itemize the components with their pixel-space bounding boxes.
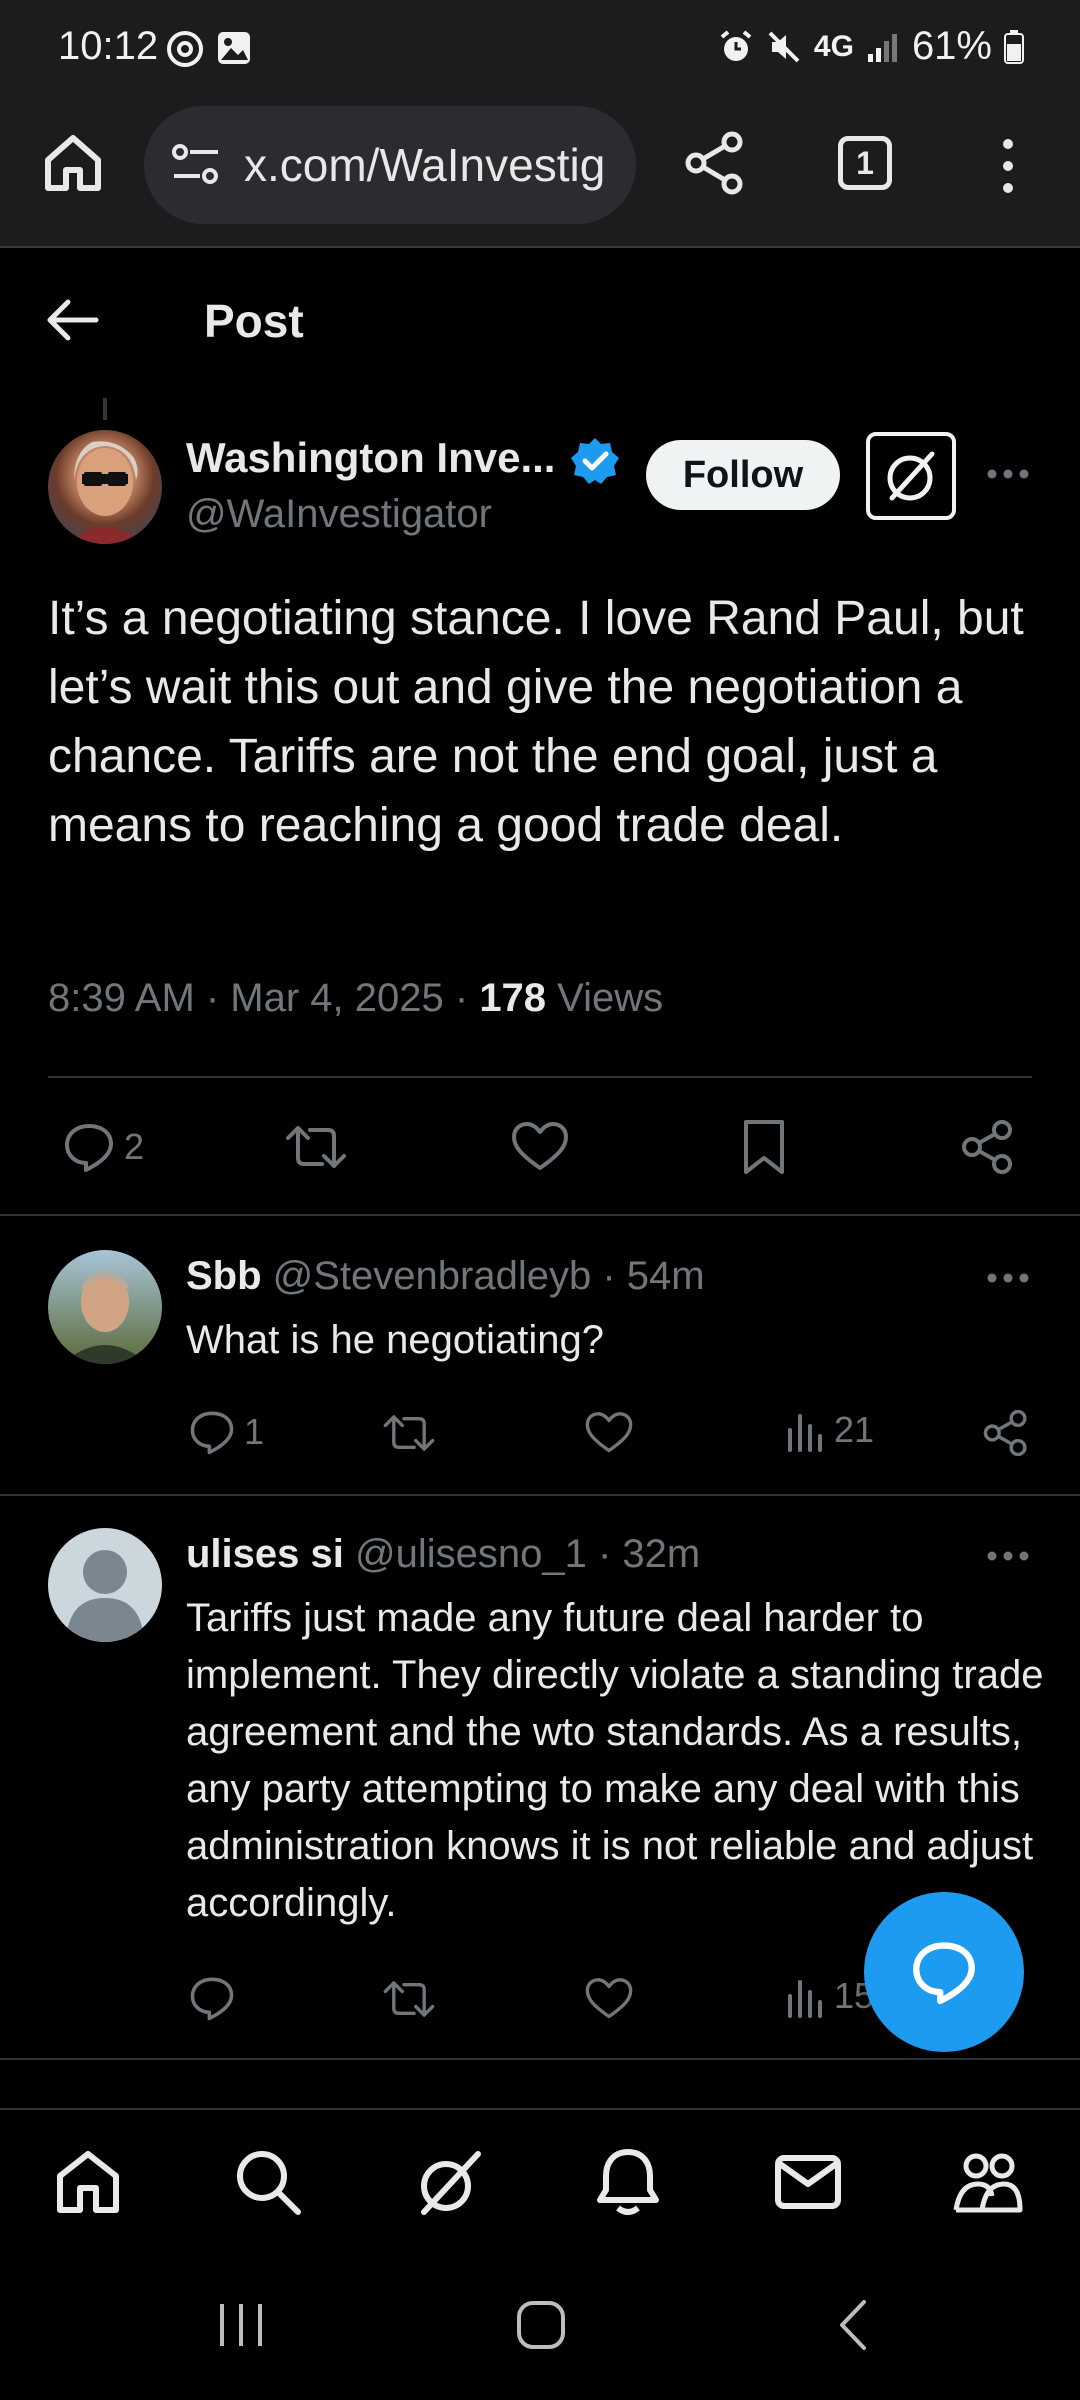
- signal-icon: [867, 33, 897, 62]
- site-settings-icon[interactable]: [170, 142, 222, 188]
- notification-icons: [166, 30, 252, 68]
- follow-button[interactable]: Follow: [646, 440, 840, 510]
- nav-notifications-icon[interactable]: [592, 2146, 664, 2218]
- nav-communities-icon[interactable]: [952, 2146, 1024, 2218]
- reply-count: 1: [244, 1411, 265, 1452]
- bookmark-icon[interactable]: [740, 1118, 788, 1176]
- grok-icon: [887, 451, 935, 501]
- post-header: Post: [0, 250, 1080, 390]
- mute-icon: [768, 31, 800, 62]
- divider: [48, 1076, 1032, 1078]
- battery-percent: 61%: [911, 24, 992, 68]
- status-bar: 10:12 4G 61%: [0, 0, 1080, 100]
- views-label: Views: [546, 976, 664, 1020]
- reply-bubble-icon: [913, 1942, 975, 2005]
- home-icon[interactable]: [40, 130, 106, 196]
- reply-handle-time[interactable]: @Stevenbradleyb · 54m: [262, 1254, 705, 1298]
- reply-actions: 1 21: [0, 1396, 1080, 1476]
- thread-line: [103, 398, 107, 420]
- nav-messages-icon[interactable]: [772, 2146, 844, 2218]
- author-name[interactable]: Washington Inve...: [186, 434, 555, 482]
- tab-switcher-button[interactable]: 1: [838, 136, 892, 190]
- reply-author-line: ulises si @ulisesno_1 · 32m: [186, 1532, 700, 1577]
- reply-icon[interactable]: [188, 1974, 236, 2022]
- avatar-image: [62, 1272, 148, 1364]
- tweet-timestamp[interactable]: 8:39 AM · Mar 4, 2025 ·: [48, 976, 479, 1020]
- home-button-icon[interactable]: [514, 2298, 568, 2352]
- analytics-icon: [788, 1414, 822, 1452]
- reply-button[interactable]: 1: [188, 1408, 264, 1456]
- reply-author-name[interactable]: ulises si: [186, 1532, 344, 1576]
- system-navigation-bar: [0, 2258, 1080, 2400]
- tweet-metadata: 8:39 AM · Mar 4, 2025 · 178 Views: [48, 976, 663, 1021]
- share-post-icon[interactable]: [982, 1408, 1030, 1458]
- recent-apps-icon[interactable]: [214, 2298, 268, 2352]
- page-title: Post: [204, 295, 304, 347]
- compose-reply-button[interactable]: [864, 1892, 1024, 2052]
- reply-handle-time[interactable]: @ulisesno_1 · 32m: [344, 1532, 700, 1576]
- more-options-icon[interactable]: [986, 1550, 1030, 1562]
- share-icon[interactable]: [682, 130, 748, 196]
- reply-avatar[interactable]: [48, 1528, 162, 1642]
- browser-toolbar: x.com/WaInvestig 1: [0, 100, 1080, 248]
- gallery-icon: [218, 32, 250, 64]
- network-label: 4G: [813, 29, 854, 63]
- back-arrow-icon[interactable]: [46, 298, 100, 342]
- reply-text: Tariffs just made any future deal harder…: [186, 1596, 1044, 1925]
- retweet-icon[interactable]: [284, 1120, 348, 1174]
- views-count: 178: [479, 976, 547, 1020]
- more-options-icon[interactable]: [986, 468, 1030, 480]
- tweet-actions: 2: [0, 1106, 1080, 1186]
- overflow-menu-icon[interactable]: [990, 136, 1026, 196]
- reply-author-name[interactable]: Sbb: [186, 1254, 262, 1298]
- nav-grok-icon[interactable]: [412, 2146, 484, 2218]
- reply-text: What is he negotiating?: [186, 1318, 605, 1362]
- author-avatar[interactable]: [48, 430, 162, 544]
- address-bar[interactable]: x.com/WaInvestig: [144, 106, 636, 224]
- like-icon[interactable]: [510, 1120, 570, 1174]
- author-handle[interactable]: @WaInvestigator: [186, 492, 492, 537]
- reply-icon: [190, 1411, 234, 1455]
- alarm-icon: [720, 29, 752, 61]
- share-post-icon[interactable]: [960, 1118, 1016, 1176]
- tweet-text: It’s a negotiating stance. I love Rand P…: [48, 592, 1024, 852]
- divider: [0, 1214, 1080, 1216]
- nav-home-icon[interactable]: [52, 2146, 124, 2218]
- default-avatar-icon: [66, 1550, 144, 1642]
- verified-badge-icon: [571, 438, 619, 484]
- grok-button[interactable]: [866, 432, 956, 520]
- views-button[interactable]: 21: [786, 1408, 874, 1452]
- retweet-icon[interactable]: [382, 1976, 436, 2022]
- avatar-image: [68, 441, 142, 544]
- status-time: 10:12: [58, 24, 159, 68]
- like-icon[interactable]: [584, 1976, 634, 2022]
- views-button[interactable]: 15: [786, 1974, 874, 2018]
- retweet-icon[interactable]: [382, 1410, 436, 1456]
- more-options-icon[interactable]: [986, 1272, 1030, 1284]
- back-button-icon[interactable]: [826, 2298, 880, 2352]
- views-count: 21: [834, 1409, 875, 1450]
- reply-author-line: Sbb @Stevenbradleyb · 54m: [186, 1254, 705, 1299]
- reply-count: 2: [124, 1126, 145, 1167]
- like-icon[interactable]: [584, 1410, 634, 1456]
- divider: [0, 1494, 1080, 1496]
- bottom-navigation: [0, 2108, 1080, 2258]
- threads-icon: [167, 31, 203, 67]
- analytics-icon: [788, 1980, 822, 2018]
- reply-button[interactable]: 2: [62, 1120, 144, 1174]
- battery-icon: [1004, 29, 1024, 64]
- nav-search-icon[interactable]: [232, 2146, 304, 2218]
- reply-avatar[interactable]: [48, 1250, 162, 1364]
- divider: [0, 2058, 1080, 2060]
- status-right: 4G 61%: [718, 24, 1024, 69]
- url-text: x.com/WaInvestig: [244, 139, 606, 191]
- reply-icon: [65, 1124, 113, 1172]
